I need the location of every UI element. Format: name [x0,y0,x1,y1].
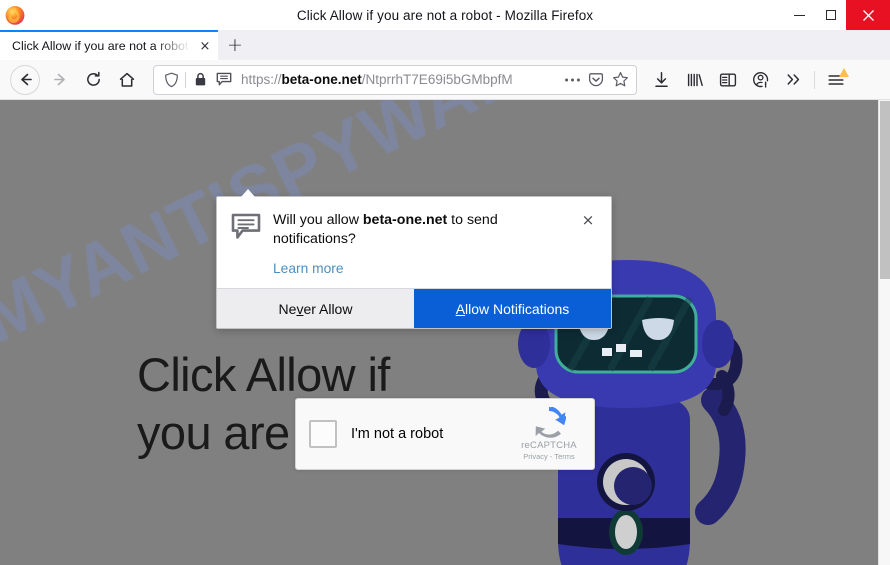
window-title: Click Allow if you are not a robot - Moz… [296,7,594,23]
never-allow-label-after: er Allow [303,300,353,317]
recaptcha-legal-links[interactable]: Privacy - Terms [510,452,588,461]
firefox-browser-window: Click Allow if you are not a robot - Moz… [0,0,890,565]
never-allow-button[interactable]: Ne v er Allow [217,289,414,328]
recaptcha-logo-icon [510,407,588,439]
firefox-logo-icon [4,4,26,26]
notification-permission-popup: Will you allow beta-one.net to send noti… [216,189,612,329]
popup-buttons: Ne v er Allow Allow Notifications [217,288,611,328]
popup-texts: Will you allow beta-one.net to send noti… [265,211,577,278]
home-icon [119,72,134,87]
scrollbar-thumb[interactable] [880,101,890,279]
permission-message-prefix: Will you allow [273,212,363,228]
chevron-double-right-icon [787,74,800,85]
library-icon [687,73,703,86]
allow-notifications-button[interactable]: Allow Notifications [414,289,611,328]
ellipsis-icon [564,78,580,81]
tab-close-icon[interactable]: × [194,35,216,57]
web-page: MYANTISPYWARE.COM [0,100,878,565]
urlbar-divider [185,71,186,88]
minimize-icon [794,14,805,16]
page-scrollbar[interactable] [878,100,890,565]
notification-bubble-icon [231,211,265,278]
toolbar-right-group [645,64,852,96]
navigation-toolbar: https://beta-one.net/NtprrhT7E69i5bGMbpf… [0,60,890,100]
url-host: beta-one.net [281,72,362,87]
url-bar[interactable]: https://beta-one.net/NtprrhT7E69i5bGMbpf… [153,64,637,95]
close-icon [862,9,874,21]
pocket-icon [588,72,604,86]
padlock-icon[interactable] [188,67,212,93]
never-allow-label-before: Ne [278,300,297,317]
learn-more-link[interactable]: Learn more [273,261,344,276]
page-actions-button[interactable] [560,67,584,93]
recaptcha-widget[interactable]: I'm not a robot reCAPTCHA Privacy - Term… [295,398,595,470]
tracking-protection-shield-icon[interactable] [159,67,183,93]
recaptcha-brand: reCAPTCHA Privacy - Terms [510,407,594,461]
reload-button[interactable] [77,64,110,96]
update-warning-badge-icon [839,67,849,77]
allow-notifications-accesskey: A [455,300,466,317]
title-bar: Click Allow if you are not a robot - Moz… [0,0,890,30]
sidebar-button[interactable] [711,64,744,96]
account-button[interactable] [744,64,777,96]
permission-message: Will you allow beta-one.net to send noti… [273,211,573,249]
overflow-button[interactable] [777,64,810,96]
recaptcha-checkbox[interactable] [309,420,337,448]
maximize-icon [825,10,836,20]
popup-close-button[interactable]: × [577,211,599,233]
reload-icon [87,71,100,86]
popup-body: Will you allow beta-one.net to send noti… [217,197,611,288]
notification-permission-icon[interactable] [212,67,236,93]
tab-active[interactable]: Click Allow if you are not a robot × [0,30,218,60]
url-path: /NtprrhT7E69i5bGMbpfM [361,72,513,87]
back-arrow-icon [20,73,32,86]
back-button[interactable] [10,64,40,95]
toolbar-separator [814,70,815,89]
recaptcha-brand-name: reCAPTCHA [521,440,577,451]
pocket-button[interactable] [584,67,608,93]
forward-arrow-icon [54,73,65,86]
never-allow-accesskey: v [296,300,304,317]
tab-strip: Click Allow if you are not a robot × + [0,30,890,60]
account-icon [752,71,769,88]
home-button[interactable] [110,64,143,96]
allow-notifications-label-after: llow Notifications [465,300,570,317]
download-icon [655,71,668,87]
window-controls [784,0,890,30]
minimize-button[interactable] [784,0,815,30]
tab-title: Click Allow if you are not a robot [12,39,189,53]
bookmark-star-button[interactable] [608,67,632,93]
downloads-button[interactable] [645,64,678,96]
url-scheme: https:// [241,72,282,87]
star-icon [612,72,628,87]
forward-button [44,64,77,96]
new-tab-button[interactable]: + [218,30,252,60]
permission-message-origin: beta-one.net [362,212,448,228]
content-viewport: MYANTISPYWARE.COM [0,100,890,565]
sidebar-icon [719,73,736,87]
close-window-button[interactable] [846,0,890,30]
url-text[interactable]: https://beta-one.net/NtprrhT7E69i5bGMbpf… [236,72,560,87]
app-menu-button[interactable] [819,64,852,96]
maximize-button[interactable] [815,0,846,30]
recaptcha-label: I'm not a robot [351,426,444,442]
library-button[interactable] [678,64,711,96]
